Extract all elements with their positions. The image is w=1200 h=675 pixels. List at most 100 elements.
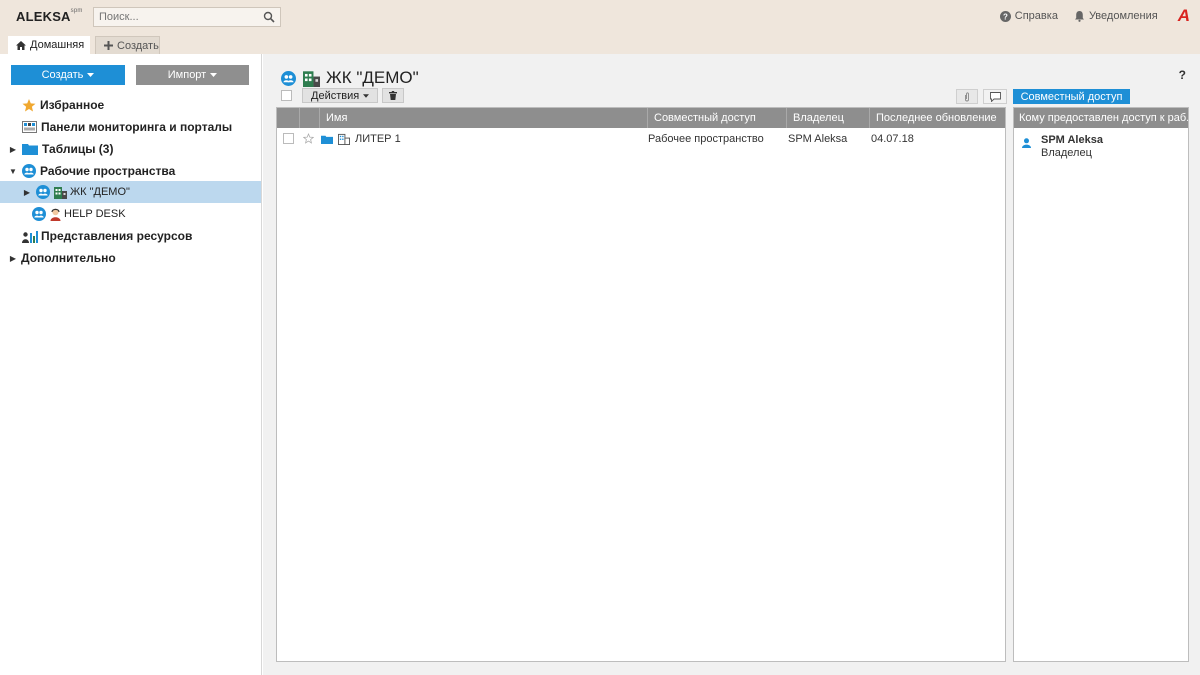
delete-button[interactable] [382, 88, 405, 103]
column-header-sharing[interactable]: Совместный доступ [647, 108, 786, 128]
create-button[interactable]: Создать [11, 65, 125, 85]
chevron-down-icon [87, 73, 95, 77]
building-icon [54, 186, 67, 199]
caret-right-icon[interactable]: ▶ [8, 254, 18, 263]
sidebar-item-favorites[interactable]: Избранное [0, 94, 261, 116]
sidebar-item-workspace-helpdesk[interactable]: HELP DESK [0, 203, 261, 225]
sidebar-item-sheets[interactable]: ▶ Таблицы (3) [0, 138, 261, 160]
tab-create[interactable]: Создать [95, 36, 160, 54]
search-icon[interactable] [263, 11, 275, 23]
notifications-label: Уведомления [1088, 10, 1158, 22]
resource-view-icon [22, 230, 38, 243]
paperclip-icon [964, 91, 970, 102]
row-name-link[interactable]: ЛИТЕР 1 [355, 128, 401, 150]
user-icon [1022, 138, 1031, 159]
share-button[interactable]: Совместный доступ [1013, 89, 1130, 104]
sidebar-item-label: Дополнительно [21, 251, 116, 265]
top-right-links: ? Справка Уведомления A [999, 7, 1190, 24]
row-checkbox-cell [277, 128, 299, 150]
row-updated-cell: 04.07.18 [871, 133, 914, 145]
comment-icon [989, 91, 1001, 102]
chevron-down-icon [210, 73, 218, 77]
home-icon [16, 40, 26, 50]
main-content: ЖК "ДЕМО" ? Действия Совместный доступ И… [263, 54, 1200, 675]
workspace-icon [22, 164, 36, 178]
brand-mark-logo[interactable]: A [1178, 7, 1190, 24]
page-header: ЖК "ДЕМО" [281, 68, 419, 88]
row-checkbox[interactable] [283, 133, 294, 144]
sidebar-item-label: ЖК "ДЕМО" [70, 186, 130, 198]
attachments-button[interactable] [956, 89, 978, 104]
caret-down-icon[interactable]: ▼ [8, 167, 18, 176]
help-link[interactable]: ? Справка [999, 10, 1058, 22]
column-header-name[interactable]: Имя [319, 108, 647, 128]
sidebar-item-label: Таблицы (3) [42, 142, 114, 156]
column-header-updated[interactable]: Последнее обновление [869, 108, 1005, 128]
page-title: ЖК "ДЕМО" [326, 68, 419, 87]
dashboard-icon [22, 121, 37, 133]
workspace-icon [281, 70, 296, 86]
sidebar-item-resource-views[interactable]: Представления ресурсов [0, 225, 261, 247]
help-question-button[interactable]: ? [1179, 68, 1186, 82]
select-all-checkbox[interactable] [281, 90, 292, 101]
import-button-label: Импорт [167, 69, 207, 81]
sidebar: Создать Импорт Избранное Панели монитори… [0, 54, 262, 675]
caret-right-icon[interactable]: ▶ [22, 188, 32, 197]
star-icon [22, 98, 36, 112]
folder-icon [22, 143, 38, 155]
content-table: Имя Совместный доступ Владелец Последнее… [276, 107, 1006, 662]
sidebar-item-workspaces[interactable]: ▼ Рабочие пространства [0, 160, 261, 182]
shared-user-entry[interactable]: SPM Aleksa Владелец [1022, 134, 1103, 159]
sidebar-item-label: Представления ресурсов [41, 229, 193, 243]
tabs-bar: Домашняя Создать [0, 34, 1200, 54]
svg-text:?: ? [1003, 12, 1008, 21]
comments-button[interactable] [983, 89, 1007, 104]
import-button[interactable]: Импорт [136, 65, 249, 85]
row-sharing-cell: Рабочее пространство [648, 133, 764, 145]
toolbar: Действия [281, 88, 405, 103]
row-name-cell: ЛИТЕР 1 [319, 128, 647, 150]
shared-user-info: SPM Aleksa Владелец [1041, 134, 1103, 159]
tab-create-label: Создать [117, 39, 159, 52]
star-outline-icon[interactable] [303, 133, 314, 144]
workspace-icon [36, 185, 50, 199]
sidebar-item-label: HELP DESK [64, 208, 126, 220]
sidebar-item-label: Рабочие пространства [40, 164, 176, 178]
help-icon: ? [999, 10, 1011, 22]
chevron-down-icon [363, 93, 370, 98]
app-logo[interactable]: ALEKSAspm [16, 8, 83, 24]
notifications-link[interactable]: Уведомления [1074, 10, 1158, 22]
sidebar-item-label: Панели мониторинга и порталы [41, 120, 233, 134]
row-owner-cell: SPM Aleksa [788, 133, 848, 145]
shared-user-role: Владелец [1041, 147, 1092, 159]
sidebar-item-workspace-demo[interactable]: ▶ ЖК "ДЕМО" [0, 181, 261, 203]
tab-home[interactable]: Домашняя [8, 36, 90, 54]
logo-superscript: spm [70, 8, 83, 14]
favorite-star-cell [299, 128, 319, 150]
column-header-owner[interactable]: Владелец [786, 108, 869, 128]
shared-with-header: Кому предоставлен доступ к раб... [1014, 108, 1188, 128]
search-input[interactable] [94, 8, 260, 26]
tab-home-label: Домашняя [30, 39, 85, 51]
shared-with-panel: Кому предоставлен доступ к раб... SPM Al… [1013, 107, 1189, 662]
table-row[interactable]: ЛИТЕР 1 Рабочее пространство SPM Aleksa … [277, 128, 1005, 150]
plus-icon [104, 41, 113, 50]
top-bar: ALEKSAspm ? Справка Уведомления A [0, 0, 1200, 34]
actions-button[interactable]: Действия [302, 88, 379, 103]
table-header: Имя Совместный доступ Владелец Последнее… [277, 108, 1005, 128]
building-icon [338, 133, 350, 145]
folder-icon [321, 135, 333, 144]
help-label: Справка [1014, 10, 1058, 22]
search-box [93, 7, 281, 27]
sidebar-item-label: Избранное [40, 98, 105, 112]
workspace-icon [32, 207, 46, 221]
sidebar-item-more[interactable]: ▶ Дополнительно [0, 247, 261, 269]
actions-button-label: Действия [311, 89, 360, 102]
create-button-label: Создать [41, 69, 84, 81]
building-icon [303, 70, 320, 87]
bell-icon [1074, 10, 1085, 22]
support-agent-icon [50, 208, 61, 221]
header-star-cell [299, 108, 319, 128]
caret-right-icon[interactable]: ▶ [8, 145, 18, 154]
sidebar-item-dashboards[interactable]: Панели мониторинга и порталы [0, 116, 261, 138]
